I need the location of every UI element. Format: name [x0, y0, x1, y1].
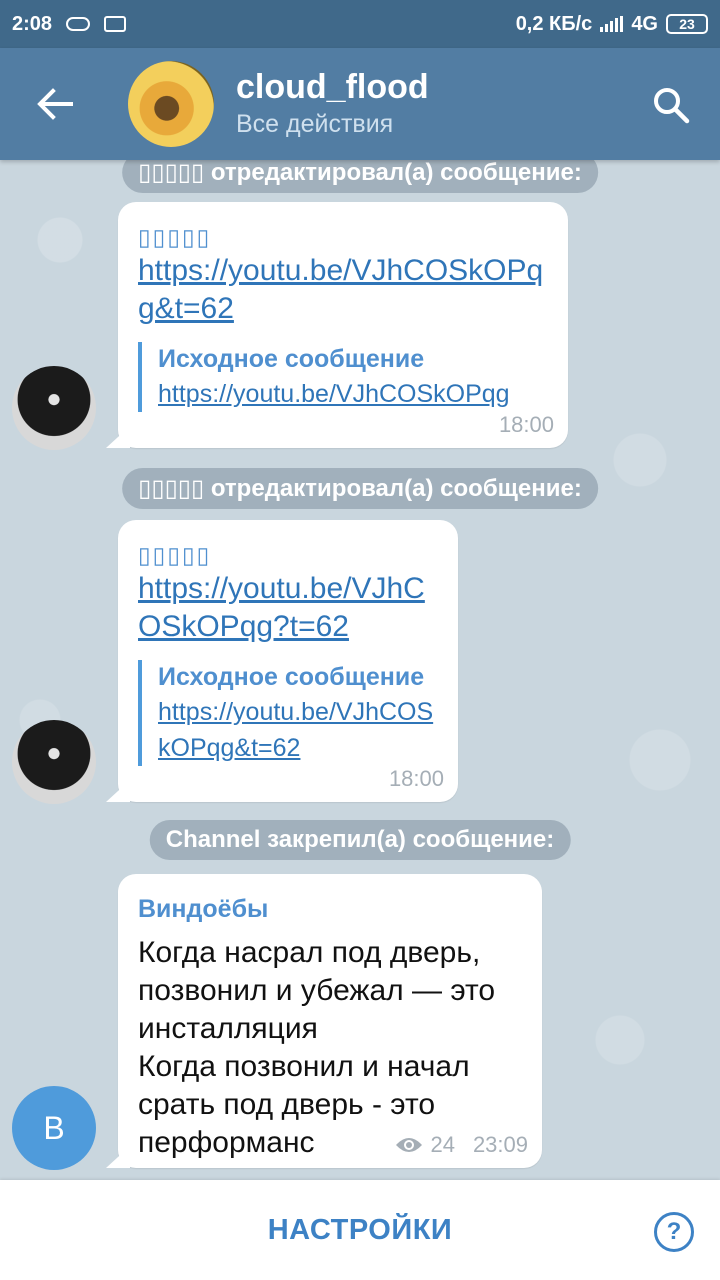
calendar-icon — [104, 16, 127, 32]
arrow-left-icon — [37, 88, 73, 120]
message-bubble[interactable]: ▯▯▯▯▯ https://youtu.be/VJhCOSkOPqg&t=62 … — [118, 202, 568, 448]
message-line: инсталляция — [138, 1012, 318, 1045]
original-message-quote: Исходное сообщение https://youtu.be/VJhC… — [138, 342, 548, 412]
settings-button[interactable]: НАСТРОЙКИ — [268, 1214, 453, 1247]
channel-title: cloud_flood — [236, 68, 429, 106]
message-bubble[interactable]: Виндоёбы Когда насрал под дверь, позвони… — [118, 874, 542, 1168]
message-line: Когда позвонил и начал — [138, 1050, 470, 1083]
service-message: ▯▯▯▯▯ отредактировал(а) сообщение: — [122, 468, 598, 509]
message-link[interactable]: https://youtu.be/VJhCOSkOPqg?t=62 — [138, 570, 438, 646]
network-speed: 0,2 КБ/с — [515, 12, 593, 35]
message-author[interactable]: ▯▯▯▯▯ — [138, 540, 438, 570]
bottom-bar: НАСТРОЙКИ ? — [0, 1180, 720, 1280]
service-message: Channel закрепил(а) сообщение: — [149, 820, 571, 860]
search-icon — [654, 88, 690, 124]
message-bubble[interactable]: ▯▯▯▯▯ https://youtu.be/VJhCOSkOPqg?t=62 … — [118, 520, 458, 802]
quote-link[interactable]: https://youtu.be/VJhCOSkOPqg&t=62 — [158, 694, 438, 766]
eye-icon — [396, 1138, 423, 1152]
chat-area[interactable]: ▯▯▯▯▯ отредактировал(а) сообщение: ▯▯▯▯▯… — [0, 160, 720, 1180]
signal-icon — [600, 16, 624, 32]
avatar[interactable]: B — [12, 1086, 96, 1170]
battery-icon: 23 — [666, 14, 708, 34]
network-type: 4G — [631, 12, 658, 35]
status-bar: 2:08 0,2 КБ/с 4G 23 — [0, 0, 720, 48]
chat-header: cloud_flood Все действия — [0, 48, 720, 160]
message-link[interactable]: https://youtu.be/VJhCOSkOPqg&t=62 — [138, 252, 548, 328]
message-time: 18:00 — [388, 766, 444, 791]
channel-avatar[interactable] — [128, 61, 214, 147]
header-text[interactable]: cloud_flood Все действия — [236, 67, 429, 141]
help-icon[interactable]: ? — [654, 1212, 694, 1252]
message-line: Когда насрал под дверь, — [138, 936, 481, 969]
message-author[interactable]: Виндоёбы — [138, 894, 522, 924]
quote-title: Исходное сообщение — [158, 345, 425, 373]
message-meta: 24 23:09 — [394, 1132, 528, 1158]
message-line: срать под дверь - это — [138, 1088, 436, 1121]
message-line: позвонил и убежал — это — [138, 974, 496, 1007]
message-time: 18:00 — [498, 412, 554, 437]
service-message: ▯▯▯▯▯ отредактировал(а) сообщение: — [122, 160, 598, 193]
message-time: 23:09 — [472, 1132, 528, 1157]
message-author[interactable]: ▯▯▯▯▯ — [138, 222, 548, 252]
gamepad-icon — [66, 17, 91, 31]
view-count: 24 — [430, 1132, 455, 1157]
original-message-quote: Исходное сообщение https://youtu.be/VJhC… — [138, 660, 438, 766]
avatar[interactable] — [12, 366, 96, 450]
quote-title: Исходное сообщение — [158, 663, 425, 691]
status-time: 2:08 — [12, 12, 53, 35]
channel-subtitle: Все действия — [236, 110, 394, 138]
message-text: Когда насрал под дверь, позвонил и убежа… — [138, 934, 522, 1162]
back-button[interactable] — [0, 48, 110, 160]
search-button[interactable] — [644, 78, 698, 132]
quote-link[interactable]: https://youtu.be/VJhCOSkOPqg — [158, 376, 548, 412]
avatar[interactable] — [12, 720, 96, 804]
